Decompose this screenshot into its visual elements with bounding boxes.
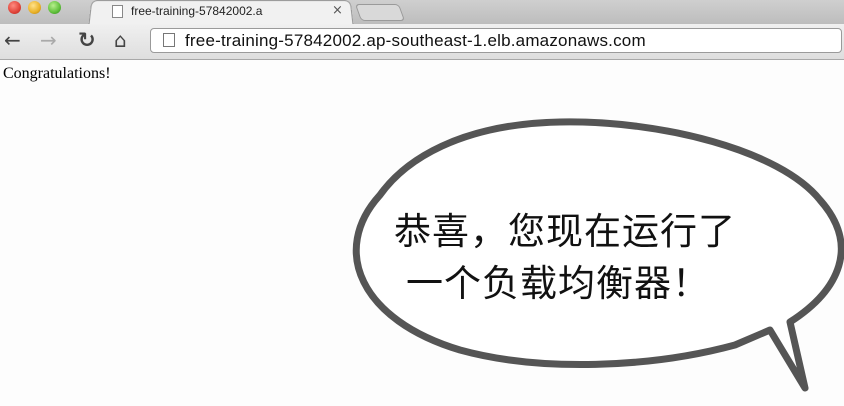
speech-bubble-line-1: 恭喜，您现在运行了 [394, 210, 736, 253]
speech-bubble-line-2: 一个负载均衡器！ [406, 262, 710, 305]
